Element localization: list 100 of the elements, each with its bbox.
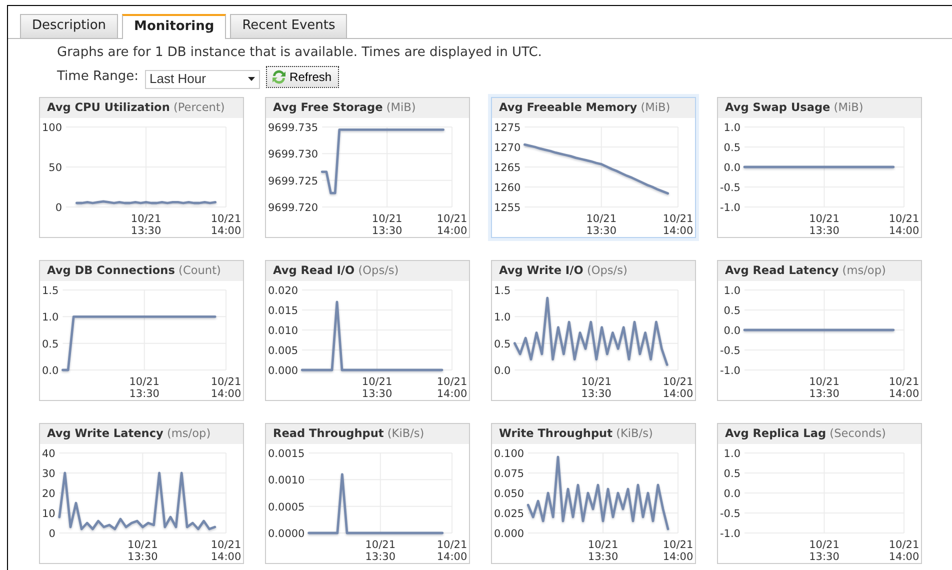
unit-label: (MiB) [385,100,416,114]
graph-title: Avg Write I/O [499,264,584,276]
axis-label: 0 [55,202,62,214]
axis-label: 10/21 14:00 [662,376,694,400]
caret-icon [248,77,255,81]
axis-label: 100 [42,122,62,134]
axis-label: 1255 [494,202,521,214]
axis-label: 0.075 [494,468,524,480]
axis-label: 1265 [494,162,521,174]
axis-label: 0.015 [268,304,298,316]
axis-label: 0.0 [724,488,740,500]
info-text: Graphs are for 1 DB instance that is available. Times are displayed in UTC. [56,44,543,62]
axis-label: 10/21 14:00 [662,212,694,236]
axis-label: 20 [42,488,56,500]
graph-title: Avg Swap Usage [725,100,830,114]
axis-label: 10/21 13:30 [130,212,162,236]
graph-title: Avg Freeable Memory [499,100,638,114]
axis-label: 10/21 14:00 [210,212,242,236]
axis-label: 0.5 [724,304,740,316]
axis-label: 10/21 14:00 [662,538,694,562]
unit-label: (MiB) [832,100,864,114]
time-range-label: Time Range: [57,68,139,86]
unit-label: (Seconds) [828,426,886,440]
axis-label: 10/21 13:30 [581,376,612,400]
unit-label: (Count) [178,264,221,276]
graph-title: Avg Read Latency [725,264,839,276]
axis-label: 9699.720 [268,202,318,214]
axis-label: 10/21 13:30 [362,376,392,400]
axis-label: 1270 [494,142,521,154]
axis-label: 0.025 [494,508,524,520]
graph-title: Avg CPU Utilization [47,100,170,114]
axis-label: 0.100 [494,448,524,460]
axis-label: 1.5 [494,284,511,296]
axis-label: 1.0 [724,284,740,296]
unit-label: (Ops/s) [357,264,399,276]
axis-label: 9699.725 [268,174,318,187]
axis-label: 10/21 13:30 [809,376,840,400]
axis-label: 50 [48,162,62,174]
axis-label: 10/21 14:00 [436,538,468,562]
axis-label: 10/21 14:00 [888,538,920,562]
axis-label: 0.010 [268,324,298,336]
tab[interactable]: Recent Events [230,14,348,38]
graph-title: Read Throughput [273,426,384,440]
axis-label: 0.0 [724,324,740,336]
axis-label: 0.0 [724,162,740,174]
axis-label: 9699.735 [268,122,318,134]
axis-label: 0.0015 [268,448,305,460]
axis-label: 0.005 [268,344,298,356]
axis-label: -0.5 [720,508,740,520]
axis-label: 1275 [494,122,521,134]
axis-label: -0.5 [720,344,740,356]
unit-label: (Ops/s) [586,264,628,276]
refresh-icon [270,68,288,86]
axis-label: 0.000 [268,364,298,376]
axis-label: 10/21 13:30 [809,538,840,562]
tab[interactable]: Monitoring [122,14,226,39]
axis-label: -1.0 [720,528,740,540]
graph-title: Avg DB Connections [47,264,175,276]
graph-title: Write Throughput [499,426,612,440]
refresh-button[interactable]: Refresh [266,66,339,88]
axis-label: 30 [42,468,56,480]
axis-label: 1.0 [724,122,740,134]
axis-label: 10/21 13:30 [588,538,618,562]
unit-label: (KiB/s) [615,426,653,440]
axis-label: 0.5 [494,338,511,350]
axis-label: 10/21 13:30 [365,538,396,562]
graph-title: Avg Replica Lag [725,426,826,440]
axis-label: 10/21 13:30 [128,538,158,562]
axis-label: -0.5 [720,182,740,194]
axis-label: -1.0 [720,364,740,376]
axis-label: 0.0 [42,364,59,376]
axis-label: 40 [42,448,56,460]
axis-label: 10/21 13:30 [586,212,616,236]
axis-label: 0 [48,528,56,540]
axis-label: 10 [42,508,56,520]
axis-label: 10/21 14:00 [210,376,242,400]
axis-label: 0.000 [494,528,524,540]
axis-label: -1.0 [720,202,740,214]
axis-label: 1.0 [494,311,511,324]
axis-label: 1260 [494,182,521,194]
graph-title: Avg Write Latency [47,426,164,440]
graph-title: Avg Read I/O [273,264,355,276]
axis-label: 0.5 [42,338,59,350]
axis-label: 9699.730 [268,148,318,160]
axis-label: 0.5 [724,468,740,480]
unit-label: (ms/op) [841,264,886,276]
tab[interactable]: Description [20,14,118,38]
time-range-select[interactable]: Last Hour [144,70,260,88]
axis-label: 1.0 [724,448,740,460]
axis-label: 0.0010 [268,474,305,486]
axis-label: 10/21 13:30 [372,212,402,236]
axis-label: 1.0 [42,311,59,324]
axis-label: 0.0005 [268,500,305,513]
axis-label: 1.5 [42,284,59,296]
axis-label: 10/21 13:30 [129,376,160,400]
unit-label: (ms/op) [166,426,211,440]
axis-label: 0.0000 [268,528,305,540]
unit-label: (MiB) [640,100,670,114]
axis-label: 10/21 13:30 [809,212,840,236]
axis-label: 10/21 14:00 [436,376,468,400]
